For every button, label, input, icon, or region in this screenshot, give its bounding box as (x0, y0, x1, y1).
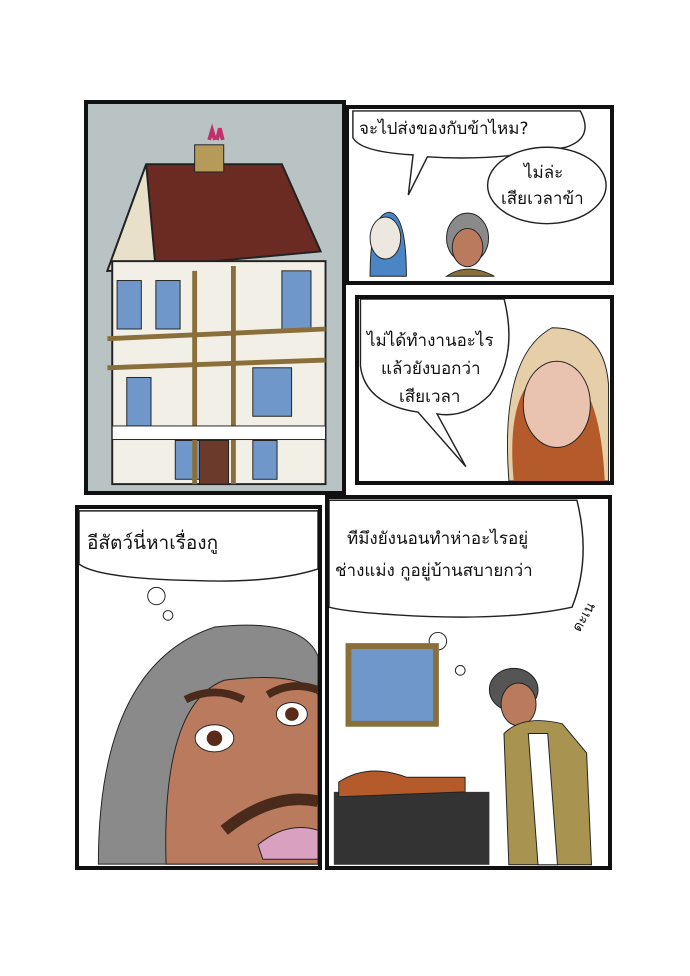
panel-4-art (79, 510, 318, 865)
speech-line-1: ทีมึงยังนอนทำห่าอะไรอยู่ (347, 529, 529, 549)
thought-bubble-text: อีสัตว์นี่หาเรื่องกู (87, 532, 219, 554)
speech-line-2: ช่างแม่ง กูอยู่บ้านสบายกว่า (335, 561, 533, 581)
panel-woman: ไม่ได้ทำงานอะไร แล้วยังบอกว่า เสียเวลา (355, 295, 614, 485)
panel-house (84, 100, 346, 495)
speech-bubble-question: จะไปส่งของกับข้าไหม? (359, 119, 529, 139)
speech-line-1: ไม่ได้ทำงานอะไร (367, 331, 494, 351)
panel-argument: ทีมึงยังนอนทำห่าอะไรอยู่ ช่างแม่ง กูอยู่… (325, 495, 612, 870)
panel-invitation: จะไปส่งของกับข้าไหม? ไม่ล่ะ เสียเวลาข้า (345, 105, 614, 285)
house-illustration (105, 123, 327, 486)
panel-5-art (329, 499, 592, 866)
panel-3-art (359, 299, 610, 481)
speech-bubble-reply-line-1: ไม่ล่ะ (524, 163, 564, 183)
panel-man-closeup: อีสัตว์นี่หาเรื่องกู (75, 505, 322, 870)
speech-bubble-reply-line-2: เสียเวลาข้า (501, 189, 584, 209)
speech-line-2: แล้วยังบอกว่า (381, 359, 481, 379)
speech-line-3: เสียเวลา (399, 387, 461, 407)
